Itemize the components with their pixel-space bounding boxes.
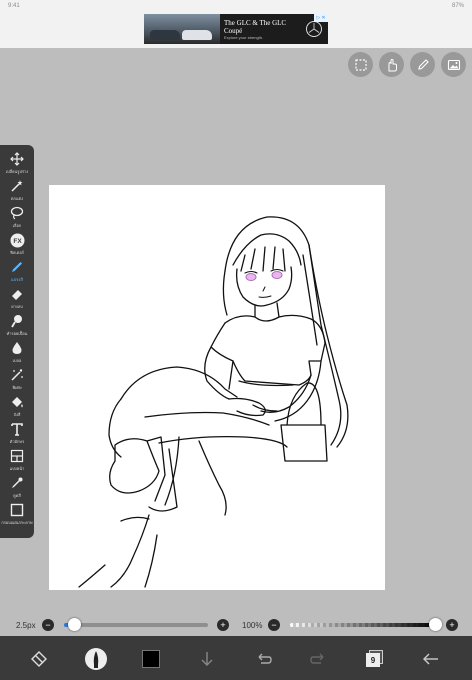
status-bar: 9:41 87% <box>0 0 472 12</box>
color-swatch[interactable] <box>134 642 168 676</box>
tool-transform[interactable]: เปลี่ยนรูปร่าง <box>0 149 34 176</box>
tool-label: ตัวอักษร <box>9 439 25 444</box>
tool-label: ดูดสี <box>13 493 21 498</box>
status-time: 9:41 <box>8 3 20 9</box>
fx-filter-icon: FX <box>9 232 25 248</box>
tool-filter[interactable]: FX ฟิลเตอร์ <box>0 230 34 257</box>
drawing-canvas[interactable] <box>49 185 385 590</box>
tool-label: เปลี่ยนรูปร่าง <box>5 169 29 174</box>
tool-blur[interactable]: เบลอ <box>0 338 34 365</box>
left-toolbar: เปลี่ยนรูปร่าง ตกแต่ง เลือก FX ฟิลเตอร์ … <box>0 145 34 538</box>
tool-label: เลือก <box>12 223 22 228</box>
special-effects-icon <box>9 367 25 383</box>
opacity-value: 100% <box>242 620 263 630</box>
bottom-bar: 9 <box>0 636 472 680</box>
tool-lasso[interactable]: เลือก <box>0 203 34 230</box>
pen-edit-icon[interactable] <box>410 52 435 77</box>
text-tool-icon <box>9 421 25 437</box>
hand-tool-icon[interactable] <box>379 52 404 77</box>
line-art-drawing <box>78 216 349 588</box>
tool-frame-divider[interactable]: แบ่งหน้า <box>0 446 34 473</box>
ad-choices-icon[interactable]: ▷ <box>316 15 320 21</box>
layers-icon[interactable]: 9 <box>358 642 392 676</box>
tool-label: เบลอ <box>12 358 22 363</box>
tool-eyedropper[interactable]: ดูดสี <box>0 473 34 500</box>
opacity-knob[interactable] <box>429 618 442 631</box>
smudge-icon <box>9 313 25 329</box>
brush-size-slider[interactable] <box>64 618 208 631</box>
brush-size-decrease-button[interactable]: − <box>42 619 54 631</box>
ad-subtitle: Explore your strength. <box>224 34 264 40</box>
opacity-slider[interactable] <box>290 618 442 631</box>
layers-count: 9 <box>366 653 380 667</box>
ad-title: The GLC & The GLC Coupé <box>224 18 287 35</box>
tool-special[interactable]: พิเศษ <box>0 365 34 392</box>
tool-canvas-frame[interactable]: กรอบแผ่นกระดาษ <box>0 500 34 527</box>
opacity-gradient <box>290 623 436 627</box>
tool-label: ฟิลเตอร์ <box>10 250 24 255</box>
ad-banner[interactable]: The GLC & The GLC Coupé Explore your str… <box>144 14 328 44</box>
selection-tool-icon[interactable] <box>348 52 373 77</box>
ad-info[interactable]: ▷ ✕ <box>314 14 328 22</box>
tool-label: ตกแต่ง <box>10 196 24 201</box>
download-icon[interactable] <box>190 642 224 676</box>
brush-size-increase-button[interactable]: + <box>217 619 229 631</box>
adjust-icon[interactable] <box>22 642 56 676</box>
tool-magic-wand[interactable]: ตกแต่ง <box>0 176 34 203</box>
brush-size-knob[interactable] <box>68 618 82 631</box>
ad-text: The GLC & The GLC Coupé Explore your str… <box>220 19 306 40</box>
eraser-icon <box>9 286 25 302</box>
tool-bucket[interactable]: ถังสี <box>0 392 34 419</box>
ad-strip: The GLC & The GLC Coupé Explore your str… <box>0 12 472 48</box>
brush-preview-icon[interactable] <box>79 642 113 676</box>
gallery-icon[interactable] <box>441 52 466 77</box>
status-battery: 87% <box>451 3 464 9</box>
svg-text:FX: FX <box>13 238 22 245</box>
redo-icon[interactable] <box>302 642 336 676</box>
tool-brush[interactable]: แปรงสี <box>0 257 34 284</box>
lasso-icon <box>9 205 25 221</box>
brush-size-value: 2.5px <box>16 620 36 630</box>
tool-text[interactable]: ตัวอักษร <box>0 419 34 446</box>
undo-icon[interactable] <box>246 642 280 676</box>
tool-label: แปรงสี <box>11 277 23 282</box>
top-tools <box>348 52 466 77</box>
tool-label: ทำรอยเปื้อน <box>6 331 28 336</box>
tool-label: พิเศษ <box>12 385 22 390</box>
tool-smudge[interactable]: ทำรอยเปื้อน <box>0 311 34 338</box>
opacity-decrease-button[interactable]: − <box>268 619 280 631</box>
mercedes-star-icon <box>306 21 322 37</box>
tool-label: ยางลบ <box>11 304 23 309</box>
tool-eraser[interactable]: ยางลบ <box>0 284 34 311</box>
tool-label: แบ่งหน้า <box>9 466 25 471</box>
frame-divider-icon <box>9 448 25 464</box>
opacity-increase-button[interactable]: + <box>446 619 458 631</box>
canvas-frame-icon <box>9 502 25 518</box>
magic-wand-icon <box>9 178 25 194</box>
close-icon[interactable]: ✕ <box>321 15 325 21</box>
brush-icon <box>9 259 25 275</box>
move-transform-icon <box>9 151 25 167</box>
back-arrow-icon[interactable] <box>414 642 448 676</box>
blur-drop-icon <box>9 340 25 356</box>
tool-label: ถังสี <box>13 412 21 417</box>
tool-label: กรอบแผ่นกระดาษ <box>1 520 33 525</box>
slider-row: 2.5px − + 100% − + <box>0 614 472 636</box>
bucket-fill-icon <box>9 394 25 410</box>
eyedropper-icon <box>9 475 25 491</box>
ad-photo <box>144 14 220 44</box>
